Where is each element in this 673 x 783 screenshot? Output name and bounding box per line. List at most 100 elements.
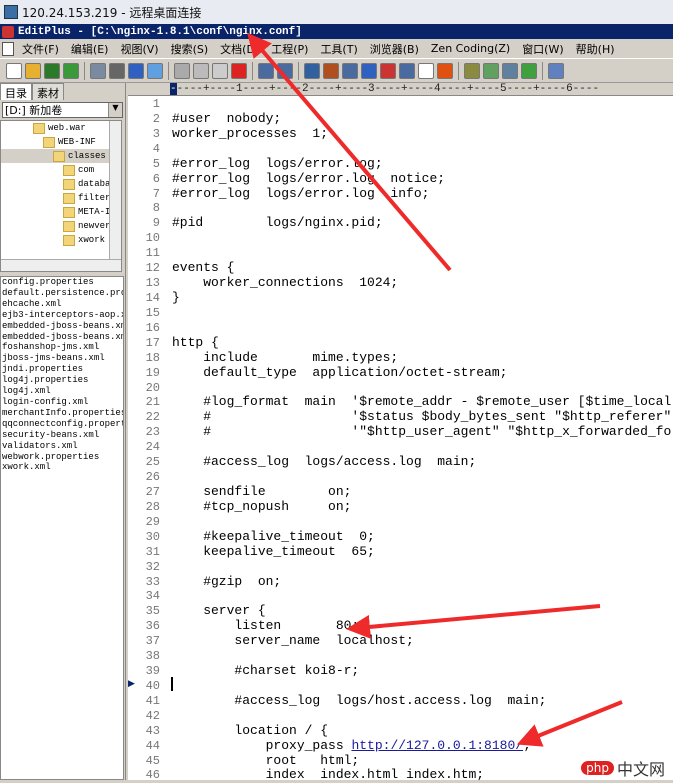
tree-folder[interactable]: newver: [1, 219, 121, 233]
toolbar-button-icon[interactable]: [258, 62, 274, 79]
ruler-text: ----+----1----+----2----+----3----+----4…: [176, 83, 600, 95]
line-number: 45: [145, 753, 160, 768]
toolbar-button-icon[interactable]: [464, 62, 480, 79]
file-item[interactable]: webwork.properties: [2, 452, 123, 463]
line-number: 33: [145, 574, 160, 589]
toolbar-button-icon[interactable]: [231, 62, 247, 79]
toolbar-button-icon[interactable]: [380, 62, 396, 79]
menu-item[interactable]: 编辑(E): [65, 41, 115, 57]
line-text: #error_log logs/error.log notice;: [172, 170, 446, 186]
code-area[interactable]: 1 2 #user nobody; 3 worker_processes 1; 4 5 #er…: [128, 97, 673, 783]
code-line: 32: [128, 560, 673, 575]
file-item[interactable]: security-beans.xml: [2, 430, 123, 441]
toolbar-button-icon[interactable]: [548, 62, 564, 79]
menu-item[interactable]: 工程(P): [265, 41, 314, 57]
file-item[interactable]: default.persistence.pro: [2, 288, 123, 299]
toolbar-button-icon[interactable]: [521, 62, 537, 79]
toolbar-button-icon[interactable]: [304, 62, 320, 79]
line-text: worker_connections 1024;: [172, 275, 399, 291]
toolbar-button-icon[interactable]: [418, 62, 434, 79]
toolbar-button-icon[interactable]: [193, 62, 209, 79]
toolbar-button-icon[interactable]: [109, 62, 125, 79]
toolbar-button-icon[interactable]: [502, 62, 518, 79]
line-number: 38: [145, 649, 160, 664]
tree-folder[interactable]: database: [1, 177, 121, 191]
file-item[interactable]: login-config.xml: [2, 397, 123, 408]
menu-item[interactable]: 文件(F): [16, 41, 65, 57]
file-item[interactable]: xwork.xml: [2, 462, 123, 473]
code-line: 17 http {: [128, 335, 673, 351]
file-item[interactable]: log4j.properties: [2, 375, 123, 386]
drive-select[interactable]: [D:] 新加卷 ▼: [2, 102, 123, 118]
line-text: events {: [172, 260, 235, 276]
toolbar-button-icon[interactable]: [174, 62, 190, 79]
file-item[interactable]: merchantInfo.properties: [2, 408, 123, 419]
toolbar-button-icon[interactable]: [342, 62, 358, 79]
line-number: 7: [152, 186, 160, 201]
toolbar-button-icon[interactable]: [63, 62, 79, 79]
menu-item[interactable]: 视图(V): [114, 41, 164, 57]
file-item[interactable]: jboss-jms-beans.xml: [2, 353, 123, 364]
menu-item[interactable]: Zen Coding(Z): [425, 42, 516, 55]
drive-value: [D:] 新加卷: [5, 104, 63, 117]
chevron-down-icon[interactable]: ▼: [108, 103, 122, 117]
file-item[interactable]: ejb3-interceptors-aop.x: [2, 310, 123, 321]
tab-clips[interactable]: 素材: [32, 83, 64, 100]
toolbar-button-icon[interactable]: [6, 62, 22, 79]
tree-folder[interactable]: filters: [1, 191, 121, 205]
tree-folder[interactable]: com: [1, 163, 121, 177]
line-number: 8: [152, 201, 160, 216]
proxy-url-link[interactable]: http://127.0.0.1:8180/: [351, 738, 523, 754]
toolbar-button-icon[interactable]: [361, 62, 377, 79]
tree-folder[interactable]: WEB-INF: [1, 135, 121, 149]
tree-folder[interactable]: classes: [1, 149, 121, 163]
menu-item[interactable]: 窗口(W): [516, 41, 569, 57]
line-text: index index.html index.htm;: [172, 767, 485, 783]
code-line: 33 #gzip on;: [128, 574, 673, 590]
toolbar-button-icon[interactable]: [44, 62, 60, 79]
menu-item[interactable]: 工具(T): [314, 41, 363, 57]
tab-directory[interactable]: 目录: [0, 83, 32, 100]
file-item[interactable]: jndi.properties: [2, 364, 123, 375]
file-item[interactable]: config.properties: [2, 277, 123, 288]
tree-folder[interactable]: web.war: [1, 121, 121, 135]
app-title: EditPlus - [C:\nginx-1.8.1\conf\nginx.co…: [18, 25, 302, 38]
file-item[interactable]: foshanshop-jms.xml: [2, 342, 123, 353]
folder-icon: [53, 150, 65, 162]
toolbar-button-icon[interactable]: [277, 62, 293, 79]
tree-folder[interactable]: META-INF: [1, 205, 121, 219]
toolbar-button-icon[interactable]: [90, 62, 106, 79]
toolbar-button-icon[interactable]: [323, 62, 339, 79]
toolbar-button-icon[interactable]: [437, 62, 453, 79]
line-number: 14: [145, 290, 160, 305]
line-number: 13: [145, 276, 160, 291]
folder-icon: [43, 136, 55, 148]
menu-item[interactable]: 浏览器(B): [364, 41, 425, 57]
line-number: 44: [145, 738, 160, 753]
tree-vertical-scrollbar[interactable]: [109, 121, 121, 259]
toolbar-button-icon[interactable]: [399, 62, 415, 79]
menu-item[interactable]: 搜索(S): [165, 41, 215, 57]
toolbar-button-icon[interactable]: [25, 62, 41, 79]
file-item[interactable]: log4j.xml: [2, 386, 123, 397]
file-item[interactable]: embedded-jboss-beans.xm: [2, 332, 123, 343]
code-line: 31 keepalive_timeout 65;: [128, 544, 673, 560]
app-titlebar: EditPlus - [C:\nginx-1.8.1\conf\nginx.co…: [0, 24, 673, 39]
toolbar-button-icon[interactable]: [483, 62, 499, 79]
line-text: }: [172, 289, 180, 305]
toolbar-button-icon[interactable]: [147, 62, 163, 79]
tree-horizontal-scrollbar[interactable]: [1, 259, 121, 271]
code-line: 38: [128, 649, 673, 664]
toolbar-button-icon[interactable]: [128, 62, 144, 79]
menu-item[interactable]: 文档(D): [214, 41, 265, 57]
line-number: 2: [152, 111, 160, 126]
code-line: 20: [128, 381, 673, 396]
tree-folder[interactable]: xwork: [1, 233, 121, 247]
file-item[interactable]: validators.xml: [2, 441, 123, 452]
toolbar-button-icon[interactable]: [212, 62, 228, 79]
menu-item[interactable]: 帮助(H): [570, 41, 621, 57]
file-item[interactable]: embedded-jboss-beans.xm: [2, 321, 123, 332]
editor[interactable]: -----+----1----+----2----+----3----+----…: [128, 83, 673, 783]
file-item[interactable]: ehcache.xml: [2, 299, 123, 310]
file-item[interactable]: qqconnectconfig.propert: [2, 419, 123, 430]
